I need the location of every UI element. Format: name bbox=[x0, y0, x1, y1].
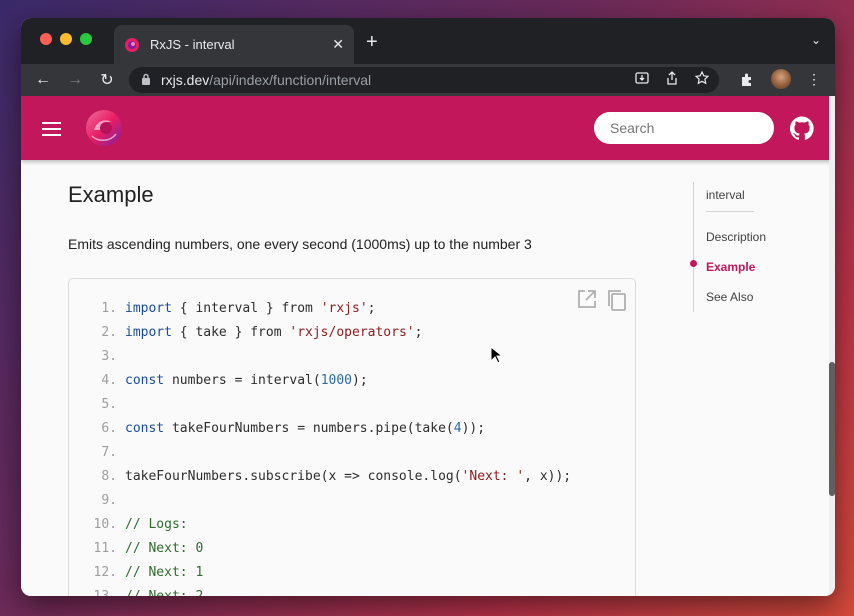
address-bar[interactable]: rxjs.dev/api/index/function/interval bbox=[129, 67, 719, 93]
code-token: 'rxjs' bbox=[320, 300, 368, 316]
window-controls bbox=[40, 33, 92, 45]
table-of-contents: interval Description Example See Also bbox=[690, 182, 793, 312]
code-line: 3. bbox=[69, 344, 635, 368]
code-token: // Next: 1 bbox=[125, 564, 204, 580]
code-line: 11. // Next: 0 bbox=[69, 536, 635, 560]
toc-item-description[interactable]: Description bbox=[706, 230, 766, 244]
code-token: 'Next: ' bbox=[461, 468, 525, 484]
code-token: // Next: 2 bbox=[125, 588, 204, 597]
profile-avatar[interactable] bbox=[771, 69, 791, 89]
code-line: 13. // Next: 2 bbox=[69, 584, 635, 597]
line-number: 4. bbox=[101, 372, 117, 388]
line-number: 10. bbox=[93, 516, 117, 532]
mouse-pointer-icon bbox=[490, 346, 502, 364]
reload-icon[interactable]: ↻ bbox=[91, 70, 123, 90]
toc-item-see-also[interactable]: See Also bbox=[706, 290, 753, 304]
section-heading: Example bbox=[68, 182, 154, 207]
back-arrow-icon[interactable]: ← bbox=[27, 71, 59, 89]
line-number: 1. bbox=[101, 300, 117, 316]
line-number: 7. bbox=[101, 444, 117, 460]
close-window-button[interactable] bbox=[40, 33, 52, 45]
code-token: 'rxjs/operators' bbox=[289, 324, 415, 340]
lock-icon bbox=[141, 73, 151, 88]
code-token: const bbox=[125, 420, 165, 436]
code-token: const bbox=[125, 372, 165, 388]
code-token: takeFourNumbers.subscribe(x => console.l… bbox=[125, 468, 462, 484]
code-example: 1. import { interval } from 'rxjs'; 2. impo… bbox=[68, 278, 636, 596]
code-token: { interval } from bbox=[171, 300, 321, 316]
github-icon[interactable] bbox=[790, 116, 814, 140]
scrollbar-thumb[interactable] bbox=[829, 362, 835, 496]
code-line: 12. // Next: 1 bbox=[69, 560, 635, 584]
code-token: takeFourNumbers = numbers.pipe(take( bbox=[164, 420, 454, 436]
rxjs-logo[interactable] bbox=[84, 108, 124, 148]
url-path: /api/index/function/interval bbox=[209, 72, 372, 88]
forward-arrow-icon[interactable]: → bbox=[59, 71, 91, 89]
line-number: 5. bbox=[101, 396, 117, 412]
code-lines: 1. import { interval } from 'rxjs'; 2. impo… bbox=[69, 296, 635, 597]
page-scrollbar[interactable] bbox=[829, 96, 835, 596]
code-line: 2. import { take } from 'rxjs/operators'; bbox=[69, 320, 635, 344]
code-line: 4. const numbers = interval(1000); bbox=[69, 368, 635, 392]
zoom-window-button[interactable] bbox=[80, 33, 92, 45]
toc-title[interactable]: interval bbox=[706, 188, 745, 202]
code-token: 4 bbox=[453, 420, 462, 436]
code-token: import bbox=[125, 324, 172, 340]
code-line: 8. takeFourNumbers.subscribe(x => console… bbox=[69, 464, 635, 488]
browser-tab[interactable]: RxJS - interval ✕ bbox=[114, 25, 354, 64]
minimize-window-button[interactable] bbox=[60, 33, 72, 45]
code-token: // Logs: bbox=[125, 516, 188, 532]
example-description: Emits ascending numbers, one every secon… bbox=[68, 236, 532, 252]
line-number: 12. bbox=[93, 564, 117, 580]
tab-close-icon[interactable]: ✕ bbox=[332, 36, 344, 53]
toc-item-example[interactable]: Example bbox=[706, 260, 755, 274]
line-number: 9. bbox=[101, 492, 117, 508]
code-token: ); bbox=[352, 372, 368, 388]
rxjs-favicon-icon bbox=[125, 37, 139, 52]
new-tab-button[interactable]: + bbox=[366, 31, 378, 54]
code-line: 7. bbox=[69, 440, 635, 464]
browser-toolbar: ← → ↻ rxjs.dev/api/index/function/interv… bbox=[21, 64, 835, 96]
tab-bar: RxJS - interval ✕ + ⌄ bbox=[21, 18, 835, 64]
web-page: Example Emits ascending numbers, one eve… bbox=[21, 96, 835, 596]
code-token: ; bbox=[414, 324, 423, 340]
site-header bbox=[21, 96, 835, 160]
line-number: 2. bbox=[101, 324, 117, 340]
code-token: )); bbox=[461, 420, 486, 436]
line-number: 11. bbox=[93, 540, 117, 556]
toc-active-dot bbox=[690, 260, 697, 267]
code-line: 5. bbox=[69, 392, 635, 416]
code-line: 9. bbox=[69, 488, 635, 512]
line-number: 6. bbox=[101, 420, 117, 436]
code-line: 10. // Logs: bbox=[69, 512, 635, 536]
url-host: rxjs.dev bbox=[161, 72, 210, 88]
code-line: 1. import { interval } from 'rxjs'; bbox=[69, 296, 635, 320]
toc-rail bbox=[693, 182, 694, 312]
code-token: { take } from bbox=[171, 324, 290, 340]
code-line: 6. const takeFourNumbers = numbers.pipe(t… bbox=[69, 416, 635, 440]
install-app-icon[interactable] bbox=[635, 71, 649, 85]
omnibox-actions bbox=[635, 71, 709, 85]
kebab-menu-icon[interactable]: ⋮ bbox=[807, 71, 821, 88]
line-number: 13. bbox=[93, 588, 117, 597]
code-token: import bbox=[125, 300, 172, 316]
code-token: ; bbox=[367, 300, 376, 316]
line-number: 8. bbox=[101, 468, 117, 484]
extensions-puzzle-icon[interactable] bbox=[740, 72, 755, 87]
extension-area: ⋮ bbox=[740, 69, 821, 89]
line-number: 3. bbox=[101, 348, 117, 364]
code-token: , x)); bbox=[524, 468, 572, 484]
share-icon[interactable] bbox=[665, 71, 679, 85]
search-input[interactable] bbox=[594, 112, 774, 144]
code-token: // Next: 0 bbox=[125, 540, 204, 556]
toc-divider bbox=[706, 211, 754, 212]
code-token: 1000 bbox=[320, 372, 352, 388]
code-token: numbers = interval( bbox=[164, 372, 321, 388]
tab-title: RxJS - interval bbox=[150, 37, 235, 52]
bookmark-star-icon[interactable] bbox=[695, 71, 709, 85]
hamburger-menu-icon[interactable] bbox=[42, 122, 61, 140]
tab-search-chevron-icon[interactable]: ⌄ bbox=[811, 33, 821, 47]
browser-window: RxJS - interval ✕ + ⌄ ← → ↻ rxjs.dev/api… bbox=[21, 18, 835, 596]
